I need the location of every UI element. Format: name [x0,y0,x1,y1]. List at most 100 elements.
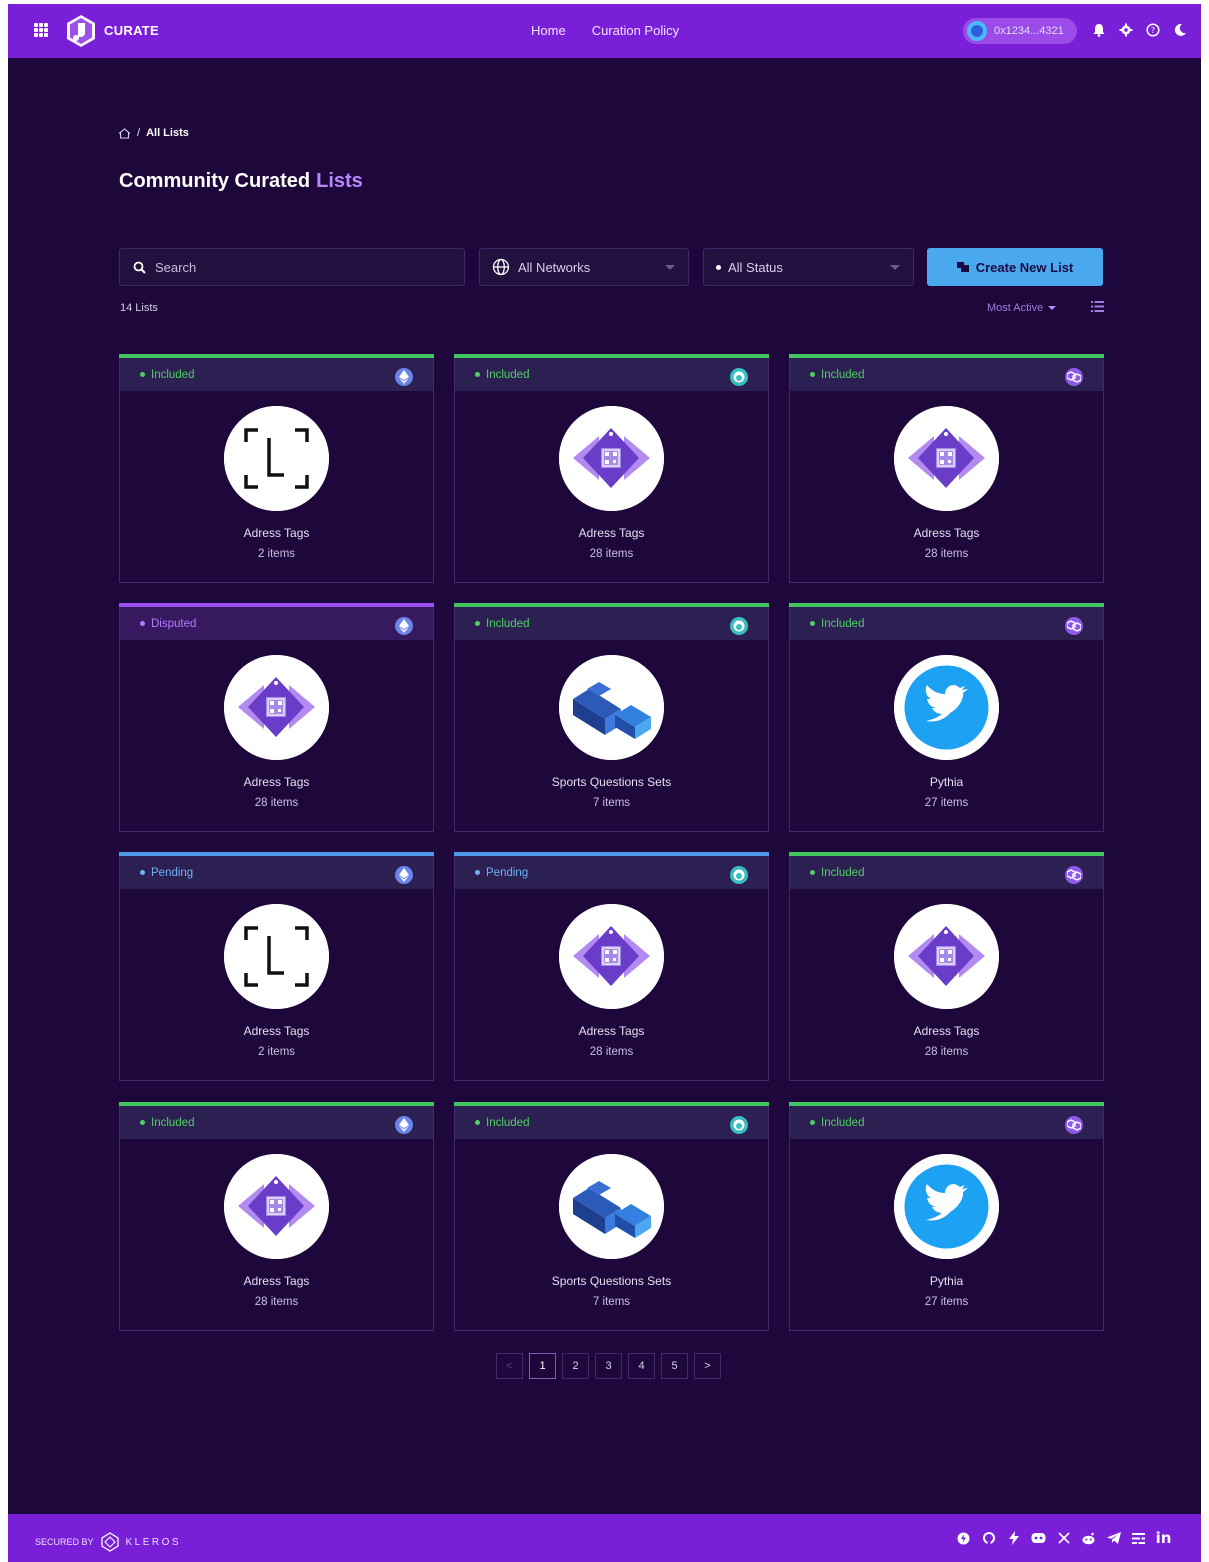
search-placeholder: Search [155,259,197,275]
account-address: 0x1234...4321 [994,25,1064,37]
list-item-count: 7 items [592,797,631,809]
status-badge: Included [455,358,768,391]
account-avatar [967,21,987,41]
status-label: Included [821,617,865,630]
reddit-icon[interactable] [1081,1528,1096,1548]
curate-logo-icon[interactable] [64,14,98,48]
main-nav: Home Curation Policy [531,23,679,38]
status-dot-icon [810,372,815,377]
list-card[interactable]: Included Adress Tags 28 items [789,852,1104,1081]
status-filter-select[interactable]: All Status [703,248,914,286]
kleros-logo-icon [100,1532,119,1552]
gear-icon[interactable] [1118,20,1134,40]
status-label: Included [151,368,195,381]
account-button[interactable]: 0x1234...4321 [963,18,1077,44]
status-badge: Included [790,1106,1103,1139]
list-title: Adress Tags [913,526,980,540]
status-label: Pending [486,866,529,879]
status-label: Disputed [151,617,197,630]
search-input[interactable]: Search [119,248,465,286]
breadcrumb-separator: / [137,127,141,139]
list-card[interactable]: Included Sports Questions Sets 7 items [454,603,769,832]
chevron-down-icon [890,265,900,270]
pagination-page[interactable]: 3 [595,1353,622,1379]
status-label: Included [821,866,865,879]
tag-list-logo-icon [559,406,664,511]
linkedin-icon[interactable]: in [1156,1528,1172,1548]
pagination-page[interactable]: 5 [661,1353,688,1379]
sort-value: Most Active [987,302,1044,314]
breadcrumb-current: All Lists [146,127,189,139]
secured-by-kleros[interactable]: SECURED BY KLEROS [35,1532,181,1552]
network-filter-select[interactable]: All Networks [479,248,689,286]
list-item-count: 28 items [254,797,299,809]
app-frame: CURATE Home Curation Policy 0x1234...432… [8,4,1201,1562]
list-title: Sports Questions Sets [551,775,672,789]
polygon-chain-icon [1065,368,1083,386]
breadcrumb: / All Lists [118,127,189,139]
lightning-icon[interactable] [1006,1528,1021,1548]
list-card[interactable]: Included Adress Tags 28 items [119,1102,434,1331]
brand-name[interactable]: CURATE [104,23,159,38]
tag-list-logo-icon [224,655,329,760]
github-icon[interactable] [981,1528,996,1548]
pagination-next[interactable]: > [694,1353,721,1379]
list-card[interactable]: Disputed Adress Tags 28 items [119,603,434,832]
pagination-prev[interactable]: < [496,1353,523,1379]
nav-home[interactable]: Home [531,23,566,38]
tag-list-logo-icon [224,1154,329,1259]
list-card[interactable]: Included Sports Questions Sets 7 items [454,1102,769,1331]
status-dot-icon [475,621,480,626]
social-links: in [956,1528,1171,1548]
nav-curation-policy[interactable]: Curation Policy [592,23,679,38]
list-card[interactable]: Included Pythia 27 items [789,603,1104,832]
gnosis-chain-icon [730,1116,748,1134]
page-title-accent: Lists [316,170,363,192]
status-badge: Included [120,1106,433,1139]
pagination-page[interactable]: 1 [529,1353,556,1379]
create-new-list-button[interactable]: Create New List [927,248,1103,286]
list-view-icon[interactable] [1091,301,1104,312]
status-dot-icon [475,372,480,377]
status-dot-icon [810,870,815,875]
pagination-page[interactable]: 2 [562,1353,589,1379]
status-dot-icon [810,621,815,626]
snapshot-icon[interactable] [956,1528,971,1548]
bell-icon[interactable] [1091,20,1107,40]
create-list-icon [956,262,969,272]
tag-list-logo-icon [894,904,999,1009]
list-card[interactable]: Included Adress Tags 2 items [119,354,434,583]
help-icon[interactable]: ? [1145,20,1161,40]
status-dot-icon [475,870,480,875]
list-title: Pythia [929,775,964,789]
ghost-icon[interactable] [1131,1528,1146,1548]
svg-text:?: ? [1151,26,1155,35]
top-header: CURATE Home Curation Policy 0x1234...432… [8,4,1201,58]
gnosis-chain-icon [730,617,748,635]
twitter-list-logo-icon [894,655,999,760]
discord-icon[interactable] [1031,1528,1046,1548]
list-card[interactable]: Included Adress Tags 28 items [454,354,769,583]
list-card[interactable]: Pending Adress Tags 28 items [454,852,769,1081]
list-title: Adress Tags [243,1024,310,1038]
pagination-page[interactable]: 4 [628,1353,655,1379]
secured-by-label: SECURED BY [35,1537,94,1547]
status-label: Included [821,1116,865,1129]
telegram-icon[interactable] [1106,1528,1121,1548]
moon-icon[interactable] [1172,20,1188,40]
list-card[interactable]: Included Adress Tags 28 items [789,354,1104,583]
sort-dropdown[interactable]: Most Active [987,302,1057,314]
polygon-chain-icon [1065,617,1083,635]
list-title: Adress Tags [243,775,310,789]
gnosis-chain-icon [730,866,748,884]
x-icon[interactable] [1056,1528,1071,1548]
list-item-count: 28 items [254,1296,299,1308]
apps-grid-icon[interactable] [34,23,48,37]
list-item-count: 28 items [924,1046,969,1058]
list-card[interactable]: Pending Adress Tags 2 items [119,852,434,1081]
home-icon[interactable] [118,127,131,139]
list-title: Adress Tags [243,1274,310,1288]
list-card[interactable]: Included Pythia 27 items [789,1102,1104,1331]
status-label: Included [821,368,865,381]
status-badge: Included [120,358,433,391]
